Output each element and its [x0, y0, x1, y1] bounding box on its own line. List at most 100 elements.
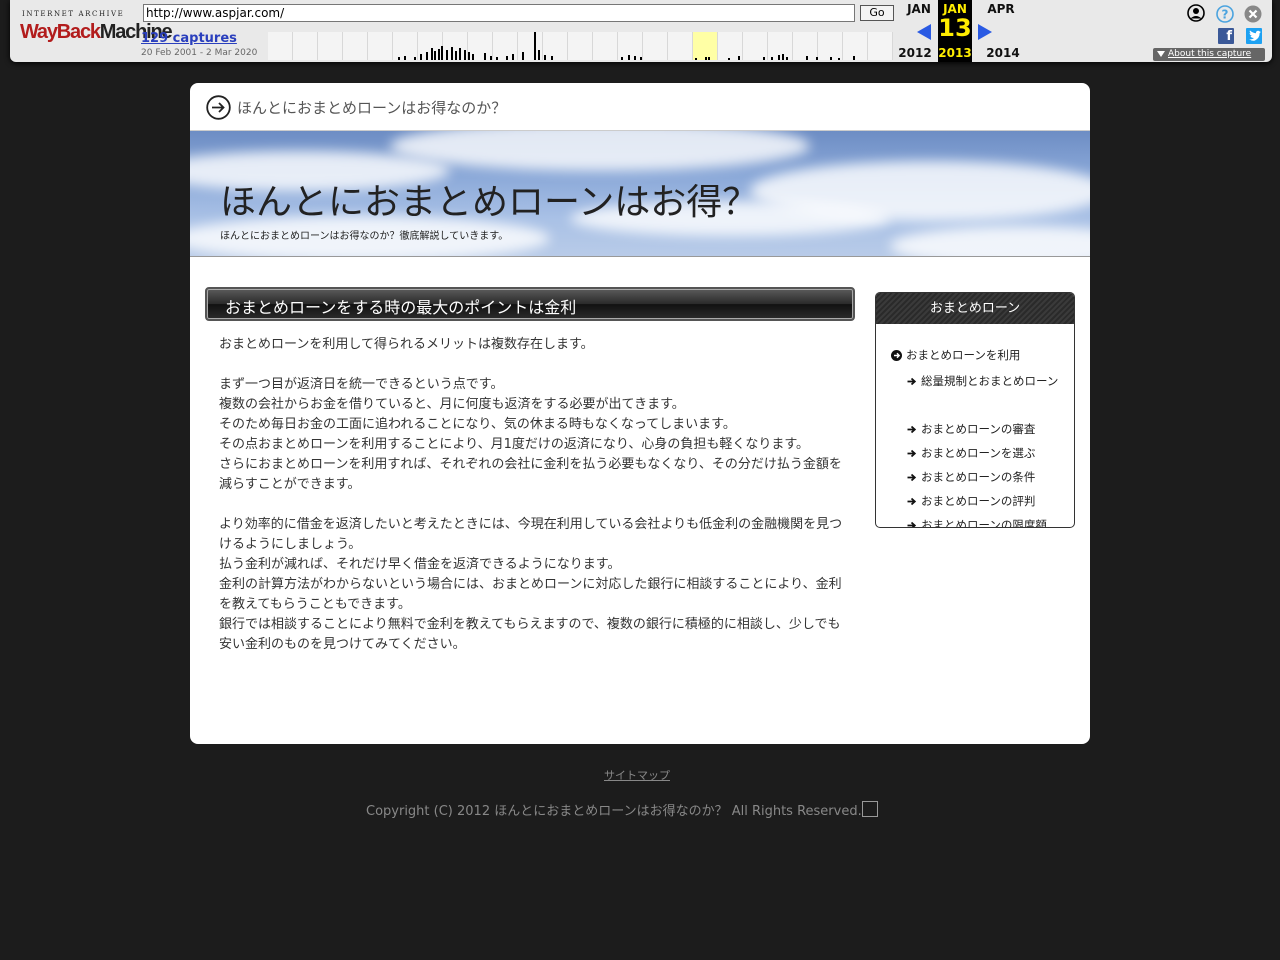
site-subtitle: ほんとにおまとめローンはお得なのか？徹底解説していきます。 — [220, 231, 509, 242]
capture-tick — [522, 52, 524, 60]
capture-tick — [695, 58, 697, 60]
sparkline-year-column[interactable] — [843, 32, 868, 60]
capture-tick — [538, 50, 540, 60]
sidebar-child-label: おまとめローンの限度額 — [921, 518, 1047, 528]
capture-tick — [490, 56, 492, 60]
arrow-right-icon — [907, 377, 917, 386]
wayback-toolbar: INTERNET ARCHIVE WayBackMachine http://w… — [0, 0, 1280, 68]
capture-tick — [464, 50, 466, 60]
arrow-right-icon — [907, 473, 917, 482]
capture-tick — [728, 58, 730, 60]
capture-tick — [806, 56, 808, 60]
capture-tick — [708, 57, 710, 60]
capture-tick — [640, 57, 642, 60]
capture-tick — [763, 57, 765, 60]
site-title[interactable]: ほんとにおまとめローンはお得？ — [220, 173, 758, 225]
capture-tick — [451, 47, 453, 60]
capture-tick — [472, 54, 474, 60]
sidebar-parent-link[interactable]: おまとめローンを利用 — [891, 348, 1021, 362]
twitter-share-icon[interactable] — [1246, 28, 1262, 44]
capture-tick — [496, 57, 498, 60]
close-icon[interactable] — [1244, 5, 1262, 23]
capture-tick — [431, 48, 433, 60]
sparkline-year-column[interactable] — [768, 32, 793, 60]
capture-tick — [621, 57, 623, 60]
arrow-circle-icon — [206, 95, 231, 120]
article-paragraph: さらにおまとめローンを利用すれば、それぞれの会社に金利を払う必要もなくなり、その… — [219, 457, 842, 492]
go-button[interactable]: Go — [860, 5, 894, 21]
sidebar-child-link[interactable]: 総量規制とおまとめローン — [907, 375, 1059, 388]
sky-cloud — [390, 131, 810, 171]
capture-sparkline[interactable] — [268, 32, 893, 60]
capture-tick — [853, 56, 855, 60]
prev-year-label[interactable]: 2012 — [897, 46, 933, 60]
capture-tick — [705, 57, 707, 60]
facebook-share-icon[interactable]: f — [1218, 28, 1234, 44]
next-capture-arrow-icon[interactable] — [978, 24, 992, 40]
next-month-label[interactable]: APR — [983, 2, 1019, 16]
sidebar-child-link[interactable]: おまとめローンの条件 — [907, 470, 1059, 484]
sparkline-year-column[interactable] — [743, 32, 768, 60]
sky-cloud — [890, 226, 1090, 256]
article-paragraph: 金利の計算方法がわからないという場合には、おまとめローンに対応した銀行に相談する… — [219, 577, 842, 612]
next-year-label[interactable]: 2014 — [985, 46, 1021, 60]
article-paragraph: そのため毎日お金の工面に追われることになり、気の休まる時もなくなってしまいます。 — [219, 417, 736, 432]
sidebar-child-label: おまとめローンを選ぶ — [921, 446, 1036, 460]
capture-tick — [446, 50, 448, 60]
prev-month-label[interactable]: JAN — [901, 2, 937, 16]
site-topbar-title[interactable]: ほんとにおまとめローンはお得なのか？ — [237, 97, 506, 118]
wayback-logo[interactable]: INTERNET ARCHIVE WayBackMachine — [20, 10, 173, 50]
sparkline-year-column[interactable] — [343, 32, 368, 60]
article-paragraph — [219, 495, 844, 515]
circle-arrow-icon — [891, 350, 902, 361]
arrow-right-icon — [907, 449, 917, 458]
sparkline-year-column[interactable] — [268, 32, 293, 60]
sparkline-year-column[interactable] — [543, 32, 568, 60]
capture-tick — [634, 56, 636, 60]
capture-tick — [786, 57, 788, 60]
capture-tick — [551, 56, 553, 60]
sparkline-year-column[interactable] — [293, 32, 318, 60]
capture-tick — [441, 46, 443, 60]
sidebar-menu: おまとめローン おまとめローンを利用 総量規制とおまとめローン おまとめローンの審… — [875, 292, 1075, 528]
sparkline-year-column[interactable] — [318, 32, 343, 60]
sparkline-year-column[interactable] — [693, 32, 718, 60]
article-paragraph: 複数の会社からお金を借りていると、月に何度も返済をする必要が出てきます。 — [219, 397, 685, 412]
capture-tick — [434, 51, 436, 60]
sparkline-year-column[interactable] — [568, 32, 593, 60]
sparkline-year-column[interactable] — [593, 32, 618, 60]
sidebar-child-link[interactable]: おまとめローンを選ぶ — [907, 446, 1059, 460]
capture-tick — [838, 58, 840, 60]
help-icon[interactable]: ? — [1216, 5, 1234, 23]
calendar-nav: JAN 2012 JAN 13 2013 APR 2014 — [895, 0, 1023, 62]
article-paragraph: 銀行では相談することにより無料で金利を教えてもらえますので、複数の銀行に積極的に… — [219, 617, 841, 652]
sparkline-year-column[interactable] — [618, 32, 643, 60]
wayback-url-input[interactable]: http://www.aspjar.com/ — [143, 4, 855, 22]
article-paragraph: その点おまとめローンを利用することにより、月1度だけの返済になり、心身の負担も軽… — [219, 437, 810, 452]
user-account-icon[interactable] — [1187, 4, 1205, 22]
arrow-right-icon — [907, 425, 917, 434]
sidebar-child-label: おまとめローンの審査 — [921, 422, 1036, 436]
sidebar-child-link[interactable]: おまとめローンの評判 — [907, 495, 1059, 508]
captures-link[interactable]: 129 captures — [141, 31, 237, 46]
capture-tick — [404, 56, 406, 60]
sparkline-year-column[interactable] — [368, 32, 393, 60]
current-year: 2013 — [938, 46, 972, 60]
capture-tick — [738, 56, 740, 60]
capture-tick — [816, 57, 818, 60]
sitemap-link[interactable]: サイトマップ — [604, 767, 670, 783]
sparkline-year-column[interactable] — [643, 32, 668, 60]
sparkline-year-column[interactable] — [668, 32, 693, 60]
sparkline-year-column[interactable] — [818, 32, 843, 60]
about-capture-button[interactable]: About this capture — [1153, 48, 1265, 61]
prev-capture-arrow-icon[interactable] — [917, 24, 931, 40]
copyright-text: Copyright (C) 2012 ほんとにおまとめローンはお得なのか？ Al… — [366, 800, 878, 819]
current-day: 13 — [938, 14, 972, 42]
arrow-right-icon — [907, 497, 917, 506]
sparkline-year-column[interactable] — [868, 32, 893, 60]
sidebar-child-link[interactable]: おまとめローンの限度額 — [907, 518, 1059, 528]
sidebar-parent-label: おまとめローンを利用 — [906, 348, 1021, 362]
sidebar-child-link[interactable]: おまとめローンの審査 — [907, 422, 1059, 436]
capture-tick — [544, 55, 546, 60]
sidebar-child-label: おまとめローンの条件 — [921, 470, 1036, 484]
